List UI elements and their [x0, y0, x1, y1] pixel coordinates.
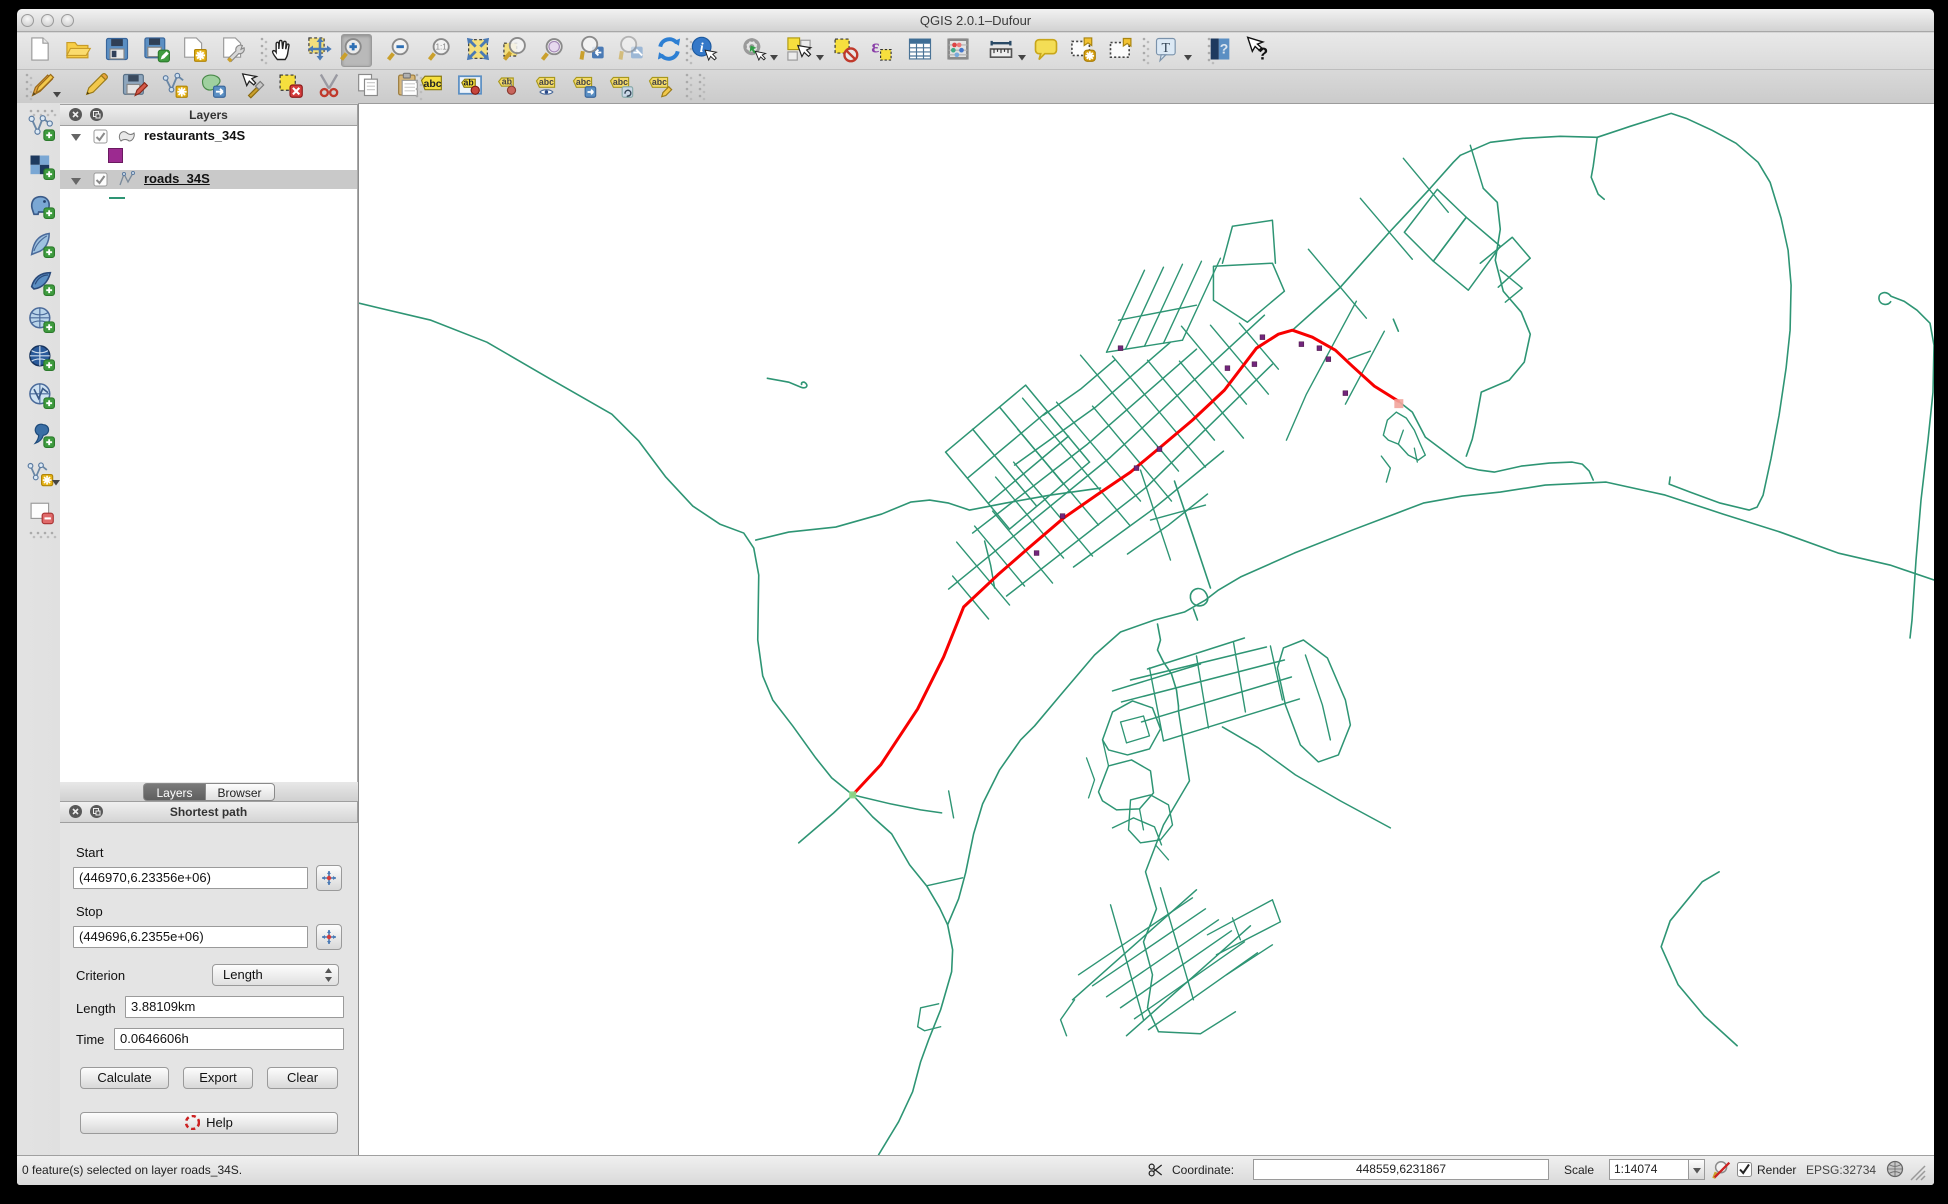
svg-text:ε: ε [871, 37, 879, 58]
svg-text:T: T [1162, 41, 1171, 56]
svg-text:ab: ab [463, 78, 473, 88]
svg-text:abc: abc [424, 78, 442, 90]
svg-text:i: i [700, 41, 704, 56]
svg-text:abc: abc [539, 77, 554, 87]
svg-text:abc: abc [613, 77, 628, 87]
svg-text:?: ? [1257, 44, 1268, 64]
svg-text:ab: ab [502, 77, 512, 87]
svg-text:abc: abc [652, 77, 667, 87]
svg-text:abc: abc [576, 77, 591, 87]
svg-text:?: ? [1220, 41, 1229, 57]
svg-text:1:1: 1:1 [435, 43, 447, 52]
